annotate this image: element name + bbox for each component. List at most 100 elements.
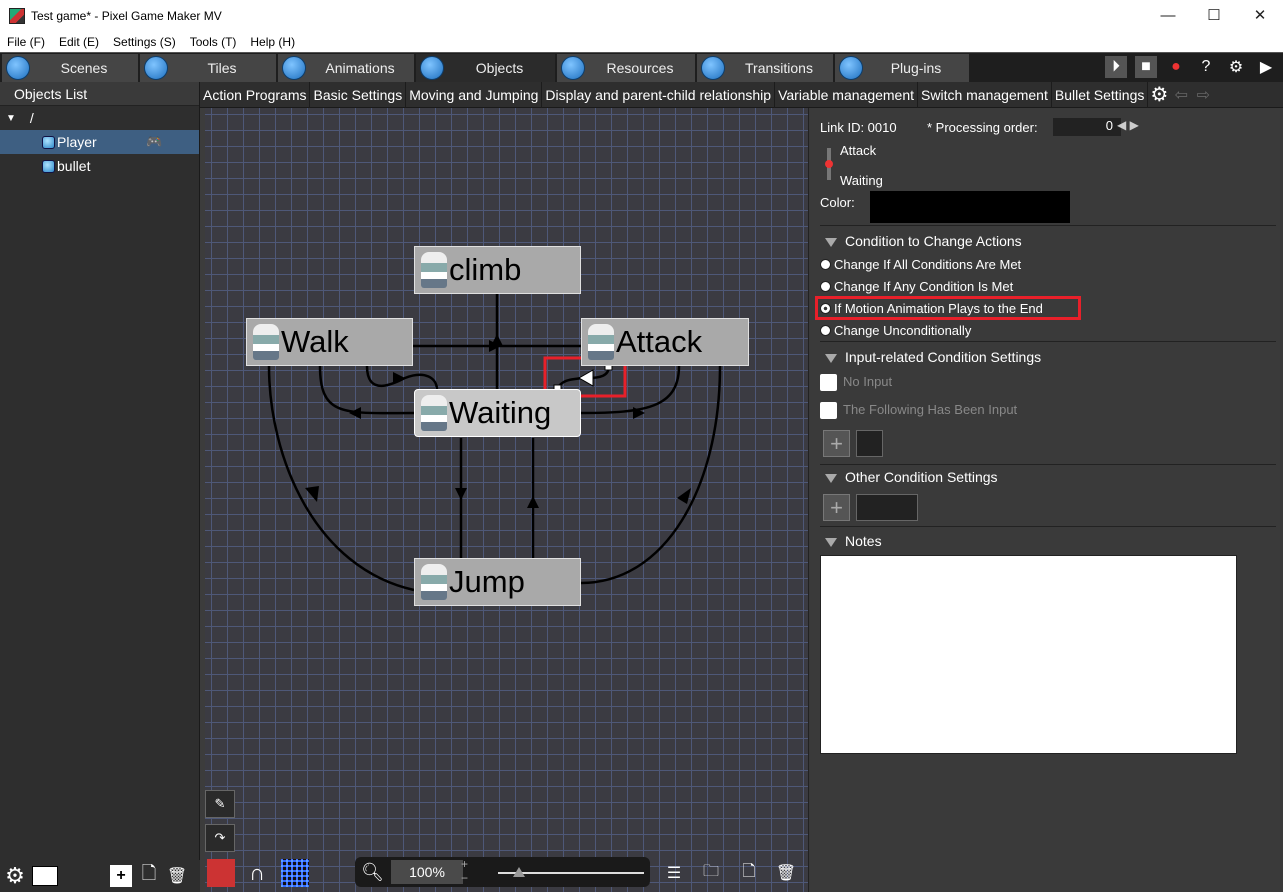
link-from: Attack <box>840 143 877 158</box>
tree-item-bullet[interactable]: bullet <box>0 154 199 178</box>
tree-item-player[interactable]: Player 🎮 <box>0 130 199 154</box>
input-section-header[interactable]: Input-related Condition Settings <box>825 349 1041 365</box>
magnet-icon[interactable]: ∩ <box>243 859 271 887</box>
condition-slot[interactable] <box>856 494 918 521</box>
add-input-icon[interactable]: + <box>823 430 850 457</box>
divider <box>820 526 1276 527</box>
menu-settings[interactable]: Settings (S) <box>106 35 183 49</box>
menu-help[interactable]: Help (H) <box>243 35 302 49</box>
redo-icon[interactable]: ↷ <box>205 824 235 852</box>
tab-scenes[interactable]: Scenes <box>2 54 139 82</box>
zoom-plus-icon[interactable]: + <box>461 857 468 871</box>
node-waiting[interactable]: Waiting <box>414 389 581 437</box>
order-arrows-icon[interactable]: ◀ ▶ <box>1117 118 1139 132</box>
list-icon[interactable]: ☰ <box>660 859 688 887</box>
gear-icon[interactable]: ⚙ <box>1225 56 1247 78</box>
checkbox[interactable] <box>820 374 837 392</box>
color-swatch[interactable] <box>870 191 1070 223</box>
animations-icon <box>282 56 306 80</box>
maximize-icon[interactable]: ☐ <box>1191 0 1237 30</box>
settings-icon[interactable]: ⚙ <box>4 863 26 888</box>
zoom-value[interactable]: 100% <box>391 860 463 884</box>
add-folder-icon[interactable]: 🗀 <box>697 859 725 887</box>
node-jump[interactable]: Jump <box>414 558 581 606</box>
radio-icon[interactable] <box>820 259 831 270</box>
play-start-icon[interactable]: ⏵ <box>1105 56 1127 78</box>
window-title: Test game* - Pixel Game Maker MV <box>31 9 222 23</box>
arrow-left-icon[interactable]: ⇦ <box>1170 84 1192 106</box>
other-section-header[interactable]: Other Condition Settings <box>825 469 998 485</box>
tab-display-parent-child[interactable]: Display and parent-child relationship <box>542 81 776 108</box>
tab-moving-jumping[interactable]: Moving and Jumping <box>406 81 543 108</box>
character-sprite <box>588 324 614 360</box>
play-icon[interactable]: ▶ <box>1255 56 1277 78</box>
delete-icon[interactable]: 🗑 <box>772 859 800 887</box>
tab-bullet-settings[interactable]: Bullet Settings <box>1052 81 1149 108</box>
following-input-option[interactable]: The Following Has Been Input <box>820 402 1017 420</box>
menu-tools[interactable]: Tools (T) <box>183 35 244 49</box>
tab-objects[interactable]: Objects <box>416 54 556 82</box>
link-lines <box>267 294 722 592</box>
input-slot[interactable] <box>856 430 883 457</box>
condition-unconditional[interactable]: Change Unconditionally <box>820 323 971 338</box>
radio-icon[interactable] <box>820 281 831 292</box>
tab-plugins[interactable]: Plug-ins <box>835 54 970 82</box>
scenes-icon <box>6 56 30 80</box>
menu-edit[interactable]: Edit (E) <box>52 35 106 49</box>
checkbox[interactable] <box>820 402 837 420</box>
arrow-right-icon[interactable]: ⇨ <box>1192 84 1214 106</box>
help-icon[interactable]: ? <box>1195 56 1217 78</box>
link-to: Waiting <box>840 173 883 188</box>
divider <box>820 341 1276 342</box>
map-icon[interactable] <box>207 859 235 887</box>
tab-switch-management[interactable]: Switch management <box>918 81 1052 108</box>
tab-resources[interactable]: Resources <box>557 54 696 82</box>
tab-transitions[interactable]: Transitions <box>697 54 834 82</box>
expand-icon[interactable]: ▼ <box>6 113 16 124</box>
stop-icon[interactable]: ■ <box>1135 56 1157 78</box>
notes-section-header[interactable]: Notes <box>825 533 882 549</box>
close-icon[interactable]: ✕ <box>1237 0 1283 30</box>
add-node-icon[interactable]: 🗋 <box>735 859 763 887</box>
add-object-icon[interactable]: 🗋 <box>138 863 160 887</box>
arrow-down-icon <box>305 486 319 502</box>
notes-textarea[interactable] <box>820 555 1237 754</box>
transitions-icon <box>701 56 725 80</box>
tab-action-programs[interactable]: Action Programs <box>200 81 311 108</box>
color-label: Color: <box>820 195 855 210</box>
app-icon <box>9 8 25 24</box>
grid-icon[interactable] <box>281 859 309 887</box>
delete-icon[interactable]: 🗑 <box>166 865 188 887</box>
add-condition-icon[interactable]: + <box>823 494 850 521</box>
tree-root[interactable]: ▼ / <box>0 106 199 130</box>
arrow-left-icon <box>349 407 361 419</box>
resources-icon <box>561 56 585 80</box>
condition-all[interactable]: Change If All Conditions Are Met <box>820 257 1021 272</box>
zoom-slider-thumb[interactable] <box>513 867 525 877</box>
action-program-canvas[interactable]: climb Walk Attack Waiting Jump <box>205 108 808 892</box>
arrow-up-icon <box>677 488 691 504</box>
gear-icon[interactable]: ⚙ <box>1148 84 1170 106</box>
tab-tiles[interactable]: Tiles <box>140 54 277 82</box>
pen-icon[interactable]: ✎ <box>205 790 235 818</box>
radio-icon[interactable] <box>820 325 831 336</box>
condition-section-header[interactable]: Condition to Change Actions <box>825 233 1022 249</box>
tab-basic-settings[interactable]: Basic Settings <box>310 81 407 108</box>
tab-animations[interactable]: Animations <box>278 54 415 82</box>
tiles-icon <box>144 56 168 80</box>
minimize-icon[interactable]: — <box>1145 0 1191 30</box>
view-icon[interactable] <box>32 866 58 886</box>
zoom-minus-icon[interactable]: − <box>461 871 468 885</box>
menu-file[interactable]: File (F) <box>0 35 52 49</box>
debug-icon[interactable]: ● <box>1165 56 1187 78</box>
node-walk[interactable]: Walk <box>246 318 413 366</box>
node-attack[interactable]: Attack <box>581 318 749 366</box>
add-folder-icon[interactable]: + <box>110 865 132 887</box>
tab-variable-management[interactable]: Variable management <box>775 81 919 108</box>
objects-icon <box>420 56 444 80</box>
condition-any[interactable]: Change If Any Condition Is Met <box>820 279 1013 294</box>
no-input-option[interactable]: No Input <box>820 374 892 392</box>
processing-order-input[interactable]: 0 <box>1053 118 1121 136</box>
character-sprite <box>253 324 279 360</box>
node-climb[interactable]: climb <box>414 246 581 294</box>
